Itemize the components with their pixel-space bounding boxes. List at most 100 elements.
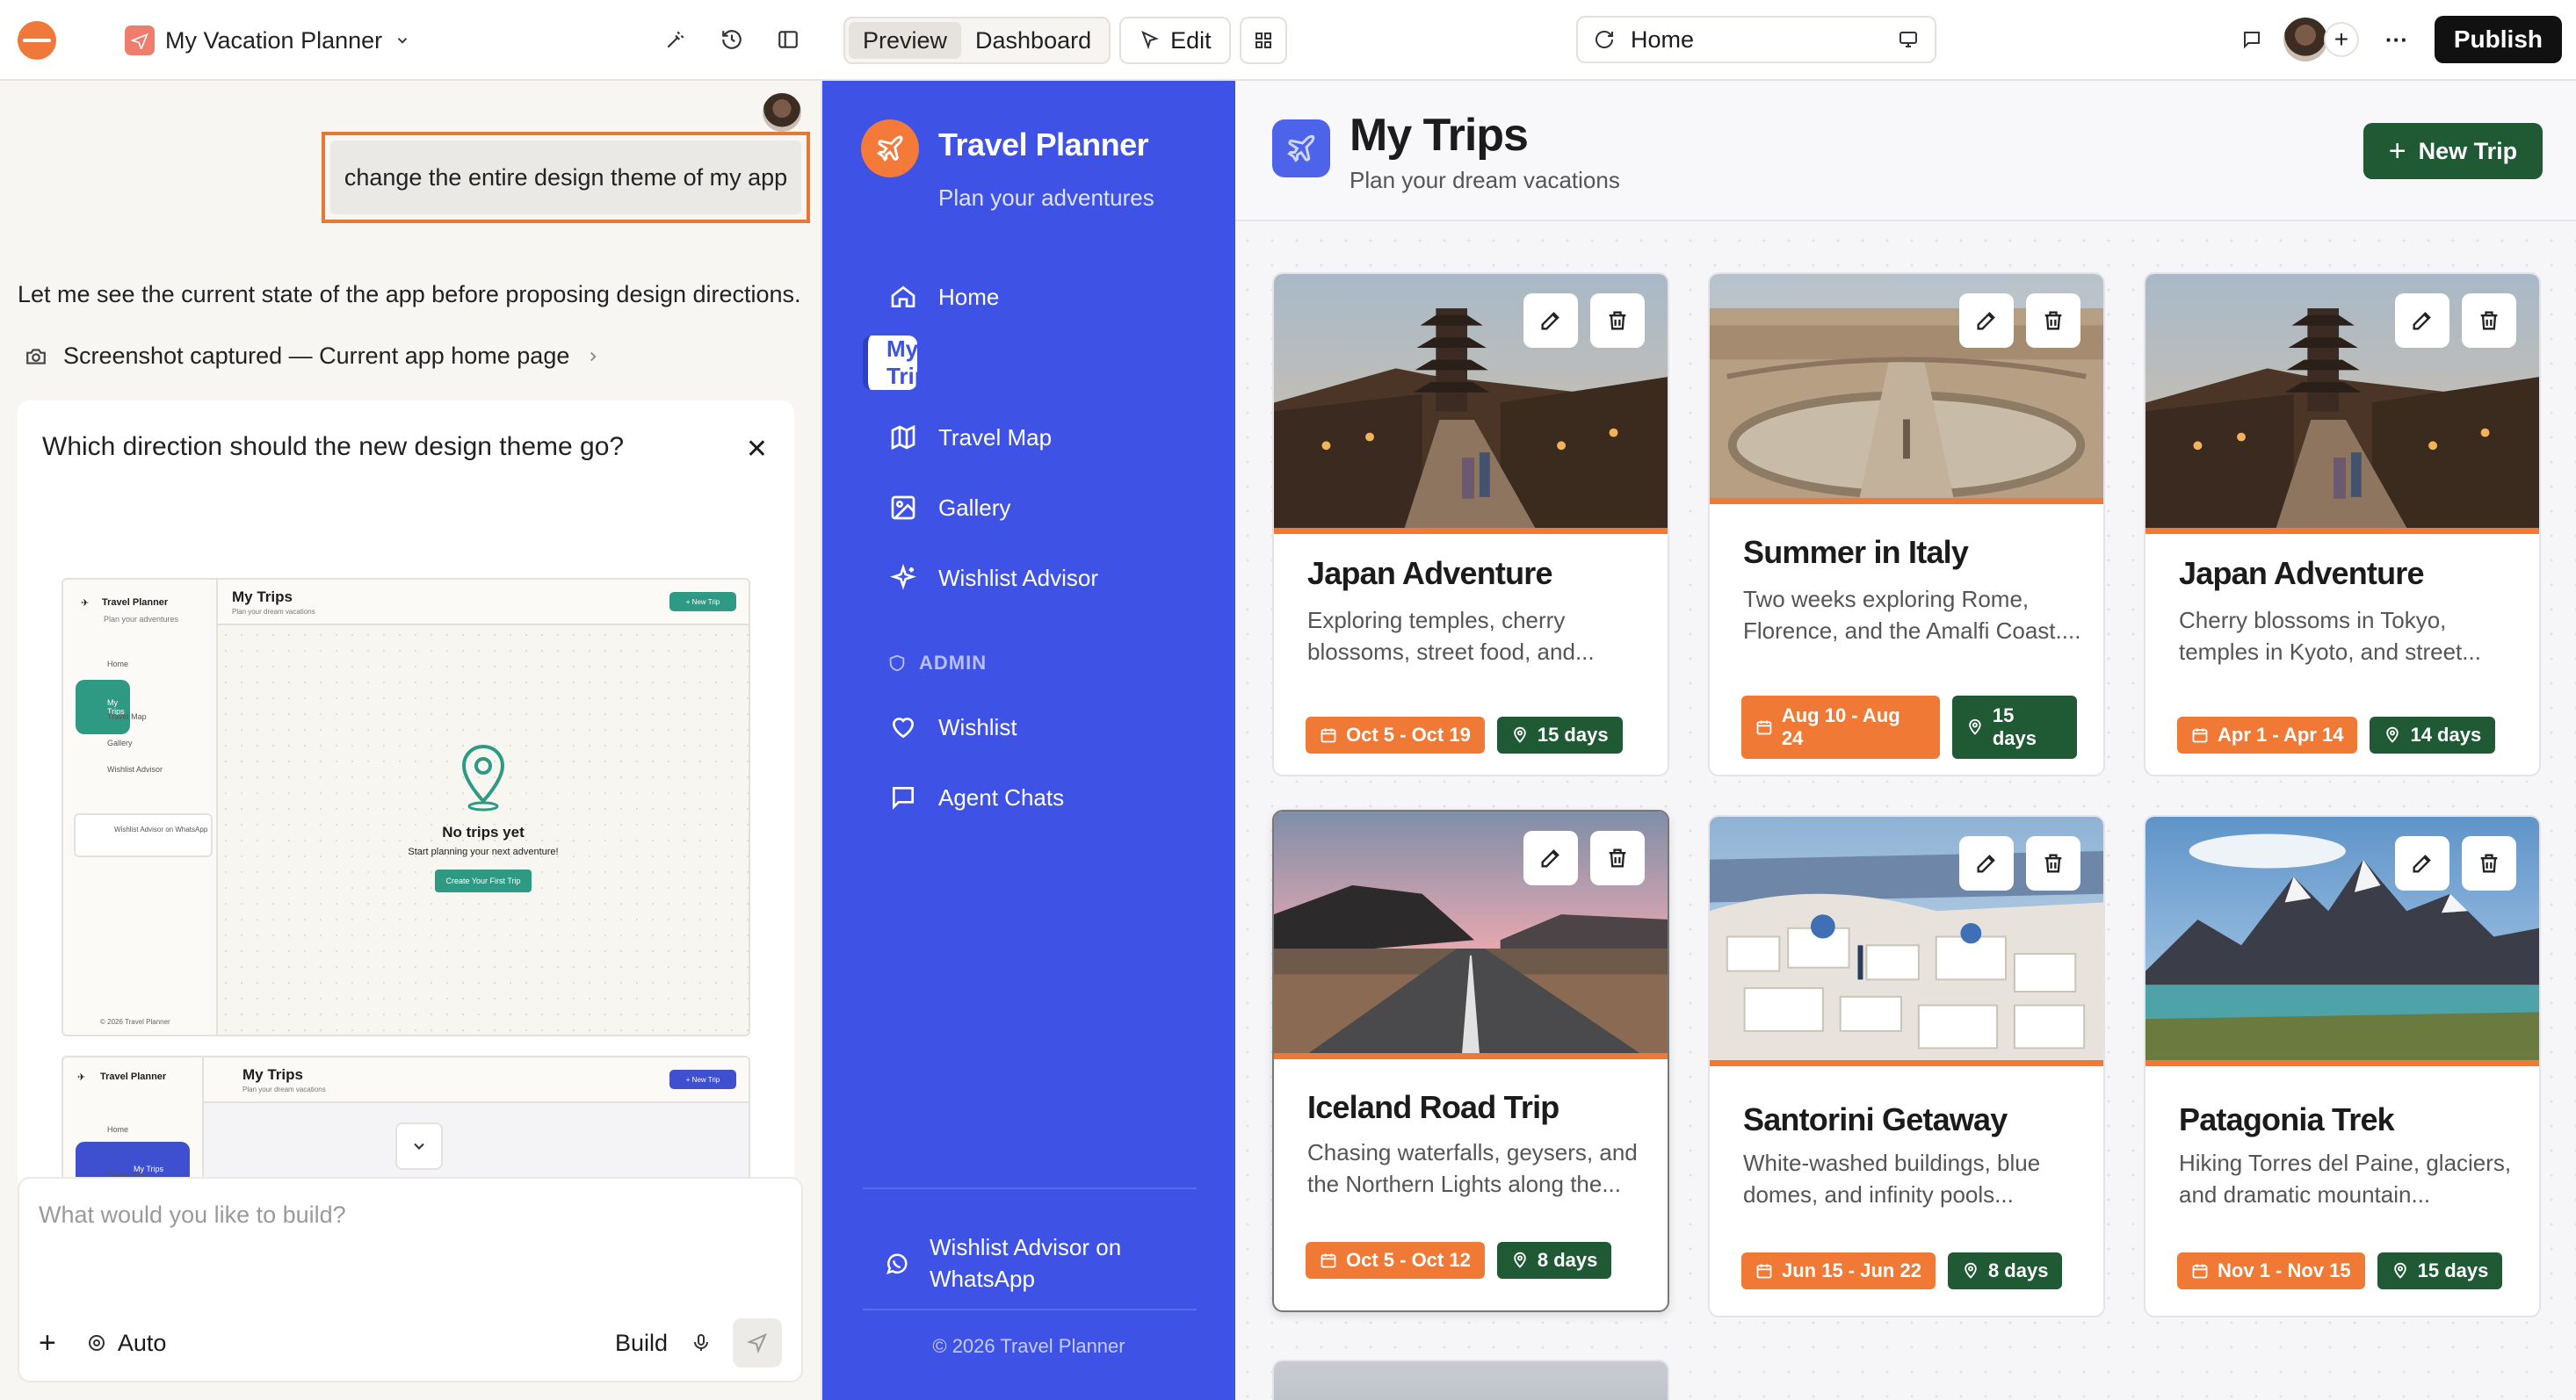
delete-trip-button[interactable] <box>1590 831 1645 885</box>
device-preview-icon[interactable] <box>1898 29 1919 50</box>
trip-meta: Aug 10 - Aug 24 15 days <box>1741 696 2077 759</box>
composer-input[interactable]: What would you like to build? <box>39 1202 346 1229</box>
edit-trip-button[interactable] <box>1523 293 1578 348</box>
chevron-right-icon <box>590 351 597 361</box>
sidebar-item-travel-map[interactable]: Travel Map <box>863 406 1197 469</box>
new-trip-button[interactable]: + New Trip <box>2363 123 2543 179</box>
delete-trip-button[interactable] <box>2026 836 2080 891</box>
trip-description: Hiking Torres del Paine, glaciers, and d… <box>2179 1150 2512 1208</box>
trip-card[interactable]: Japan Adventure Cherry blossoms in Tokyo… <box>2144 272 2541 776</box>
trip-title: Iceland Road Trip <box>1307 1089 1559 1125</box>
option-1-nav-item: Home <box>107 660 129 668</box>
option-1-title: My Trips <box>232 588 293 605</box>
send-button[interactable] <box>733 1318 782 1368</box>
sidebar-footer: © 2026 Travel Planner <box>932 1335 1125 1357</box>
trip-card[interactable]: Summer in Italy Two weeks exploring Rome… <box>1708 272 2105 776</box>
edit-trip-button[interactable] <box>2395 293 2449 348</box>
sidebar-item-agent-chats[interactable]: Agent Chats <box>863 766 1197 829</box>
main-content: My Trips Plan your dream vacations + New… <box>1235 81 2576 1400</box>
trip-duration-badge: 15 days <box>1496 717 1623 754</box>
project-name: My Vacation Planner <box>165 26 383 54</box>
edit-button[interactable]: Edit <box>1119 17 1231 64</box>
delete-trip-button[interactable] <box>2462 293 2516 348</box>
trip-card[interactable]: Japan Adventure Exploring temples, cherr… <box>1272 272 1669 776</box>
sparkles-icon <box>890 564 916 590</box>
delete-trip-button[interactable] <box>2026 293 2080 348</box>
map-pin-icon <box>1969 718 1981 735</box>
grid-icon <box>1255 32 1271 48</box>
trip-meta: Jun 15 - Jun 22 8 days <box>1741 1252 2063 1289</box>
delete-trip-button[interactable] <box>2462 836 2516 891</box>
pencil-icon <box>2413 312 2431 330</box>
option-2-header: My Trips Plan your dream vacations + New… <box>204 1057 749 1103</box>
trip-dates-badge: Oct 5 - Oct 12 <box>1306 1242 1485 1279</box>
publish-button[interactable]: Publish <box>2434 16 2562 63</box>
whatsapp-link[interactable]: Wishlist Advisor on WhatsApp <box>884 1231 1158 1295</box>
option-1-whatsapp: Wishlist Advisor on WhatsApp <box>74 813 213 857</box>
calendar-icon <box>1321 1253 1336 1268</box>
trash-icon <box>1609 311 1626 330</box>
trash-icon <box>2480 854 2498 873</box>
user-message-highlight: change the entire design theme of my app <box>322 132 810 223</box>
project-switcher[interactable]: My Vacation Planner <box>125 25 410 55</box>
trip-description: Two weeks exploring Rome, Florence, and … <box>1743 586 2081 644</box>
plane-icon <box>1272 119 1330 177</box>
sidebar-item-my-trips[interactable]: My Trips <box>863 336 941 390</box>
trip-duration: 15 days <box>1537 724 1609 746</box>
edit-trip-button[interactable] <box>1959 836 2014 891</box>
user-message: change the entire design theme of my app <box>330 141 801 214</box>
option-1-nav-item: Travel Map <box>107 712 147 721</box>
whatsapp-icon <box>886 1253 908 1275</box>
trip-image <box>1274 1361 1668 1400</box>
build-mode-button[interactable]: Build <box>615 1330 668 1357</box>
user-avatar <box>763 93 801 132</box>
invite-button[interactable]: + <box>2323 22 2359 57</box>
close-icon[interactable]: ✕ <box>746 434 768 465</box>
tab-preview[interactable]: Preview <box>849 22 962 59</box>
option-1-empty-sub: Start planning your next adventure! <box>408 847 559 857</box>
plane-icon: ✈ <box>77 1072 86 1083</box>
page-title: My Trips <box>1350 110 1529 161</box>
trip-duration: 14 days <box>2410 724 2482 746</box>
trip-card[interactable]: Santorini Getaway White-washed buildings… <box>1708 815 2105 1317</box>
grid-view-button[interactable] <box>1239 17 1287 64</box>
trip-duration-badge: 8 days <box>1947 1252 2063 1289</box>
delete-trip-button[interactable] <box>1590 293 1645 348</box>
collaborator-avatar[interactable] <box>2283 18 2327 61</box>
refresh-icon[interactable] <box>1594 29 1615 50</box>
sidebar-toggle-icon[interactable] <box>771 23 805 56</box>
app-logo[interactable] <box>18 21 56 60</box>
sidebar-item-wishlist[interactable]: Wishlist <box>863 696 1197 759</box>
magic-edit-icon[interactable] <box>659 23 692 56</box>
scroll-down-button[interactable] <box>395 1122 443 1170</box>
calendar-icon <box>2192 728 2208 743</box>
image-icon <box>891 495 915 520</box>
sidebar-item-home[interactable]: Home <box>863 265 1197 328</box>
home-icon <box>891 285 915 307</box>
sidebar-item-gallery[interactable]: Gallery <box>863 476 1197 539</box>
trip-card[interactable]: Patagonia Trek Hiking Torres del Paine, … <box>2144 815 2541 1317</box>
chat-composer[interactable]: What would you like to build? + Auto Bui… <box>18 1177 803 1382</box>
attach-plus-icon[interactable]: + <box>39 1328 56 1358</box>
model-selector[interactable]: Auto <box>86 1330 166 1357</box>
more-options-icon[interactable]: ··· <box>2373 26 2420 54</box>
comment-icon[interactable] <box>2234 22 2269 57</box>
microphone-icon[interactable] <box>691 1331 712 1354</box>
trip-dates: Nov 1 - Nov 15 <box>2218 1259 2351 1281</box>
screenshot-step[interactable]: Screenshot captured — Current app home p… <box>25 343 601 370</box>
option-2-nav-item: Home <box>107 1125 129 1134</box>
whatsapp-link-label: Wishlist Advisor on WhatsApp <box>930 1234 1122 1292</box>
edit-trip-button[interactable] <box>2395 836 2449 891</box>
history-icon[interactable] <box>715 23 749 56</box>
admin-section-header: ADMIN <box>887 652 987 675</box>
trip-card-partial[interactable] <box>1272 1360 1669 1400</box>
tab-dashboard[interactable]: Dashboard <box>961 22 1105 59</box>
trip-card[interactable]: Iceland Road Trip Chasing waterfalls, ge… <box>1272 810 1669 1312</box>
theme-option-1[interactable]: ✈ Travel Planner Plan your adventures Ho… <box>62 578 750 1036</box>
sidebar-item-wishlist-advisor[interactable]: Wishlist Advisor <box>863 546 1197 610</box>
editor-toolbar: My Vacation Planner <box>0 0 822 81</box>
edit-trip-button[interactable] <box>1523 831 1578 885</box>
edit-trip-button[interactable] <box>1959 293 2014 348</box>
page-url-bar[interactable]: Home <box>1576 16 1936 63</box>
trash-icon <box>2044 854 2062 873</box>
